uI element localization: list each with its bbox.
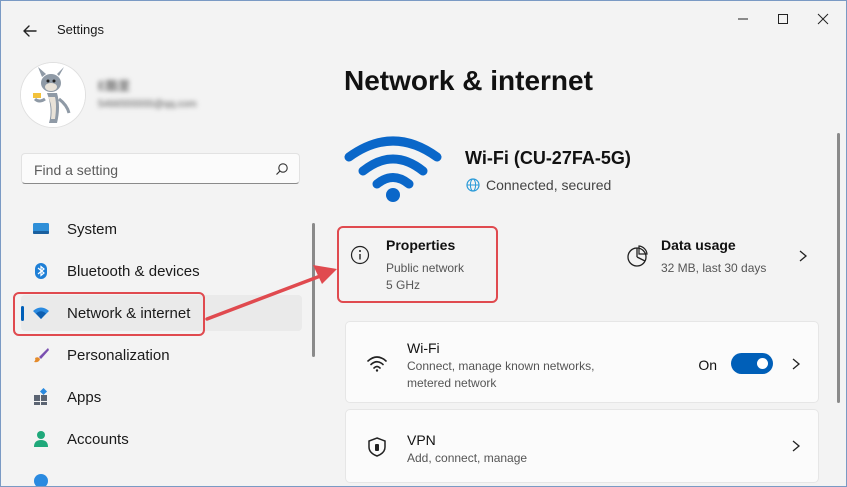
- close-icon[interactable]: [813, 11, 833, 27]
- sidebar-item-label: Apps: [67, 389, 102, 406]
- apps-icon: [34, 388, 48, 405]
- sidebar-item-system[interactable]: System: [21, 211, 302, 247]
- network-status-text: Connected, secured: [486, 177, 612, 193]
- user-name: E酷里: [98, 79, 131, 93]
- globe-icon: [466, 178, 480, 192]
- toggle-knob: [757, 358, 768, 369]
- wifi-settings-card[interactable]: Wi-Fi Connect, manage known networks, me…: [345, 321, 819, 403]
- data-usage-subtitle: 32 MB, last 30 days: [661, 261, 767, 275]
- network-name: Wi-Fi (CU-27FA-5G): [465, 148, 631, 168]
- person-icon: [34, 431, 48, 447]
- shield-icon: [368, 437, 386, 457]
- sidebar-item-label: Accounts: [67, 431, 129, 448]
- annotation-highlight-nav: [13, 292, 205, 336]
- tom-cat-avatar-icon: [21, 63, 85, 127]
- minimize-icon[interactable]: [733, 11, 753, 27]
- time-language-icon: [34, 474, 48, 486]
- avatar[interactable]: [21, 63, 85, 127]
- vpn-card-subtitle: Add, connect, manage: [407, 451, 528, 465]
- sidebar-item-personalization[interactable]: Personalization: [21, 337, 302, 373]
- search-box[interactable]: [21, 153, 300, 184]
- sidebar-item-label: Bluetooth & devices: [67, 263, 200, 280]
- wifi-toggle[interactable]: [731, 353, 773, 374]
- settings-window: Settings E酷里 5466555555@qq.com Find a se…: [0, 0, 847, 487]
- chevron-right-icon: [792, 440, 801, 452]
- wifi-card-title: Wi-Fi: [407, 340, 440, 356]
- chevron-right-icon: [792, 358, 801, 370]
- annotation-highlight-properties: [337, 226, 498, 303]
- main-scrollbar[interactable]: [837, 133, 840, 403]
- data-usage-title: Data usage: [661, 237, 736, 253]
- page-title: Network & internet: [344, 65, 593, 96]
- pie-chart-icon: [627, 245, 648, 267]
- bluetooth-icon: [35, 263, 47, 279]
- back-arrow-icon[interactable]: [20, 21, 40, 41]
- sidebar-item-apps[interactable]: Apps: [21, 379, 302, 415]
- data-usage-button[interactable]: Data usage 32 MB, last 30 days: [621, 227, 821, 287]
- monitor-icon: [33, 223, 49, 234]
- sidebar-item-label: Personalization: [67, 347, 170, 364]
- search-input[interactable]: [32, 160, 276, 180]
- app-title: Settings: [57, 22, 104, 37]
- wifi-signal-icon: [344, 136, 442, 202]
- sidebar-item-partial[interactable]: [21, 463, 302, 486]
- wifi-toggle-label: On: [698, 357, 717, 373]
- wifi-icon: [367, 356, 387, 372]
- user-email: 5466555555@qq.com: [98, 99, 197, 110]
- annotation-arrow-icon: [205, 265, 337, 321]
- brush-icon: [34, 348, 49, 363]
- search-icon[interactable]: [275, 162, 289, 176]
- sidebar-item-label: System: [67, 221, 118, 238]
- chevron-right-icon: [799, 250, 808, 262]
- vpn-settings-card[interactable]: VPN Add, connect, manage: [345, 409, 819, 483]
- vpn-card-title: VPN: [407, 432, 436, 448]
- maximize-icon[interactable]: [773, 11, 793, 27]
- wifi-card-subtitle: Connect, manage known networks, metered …: [407, 359, 595, 390]
- sidebar-item-accounts[interactable]: Accounts: [21, 421, 302, 457]
